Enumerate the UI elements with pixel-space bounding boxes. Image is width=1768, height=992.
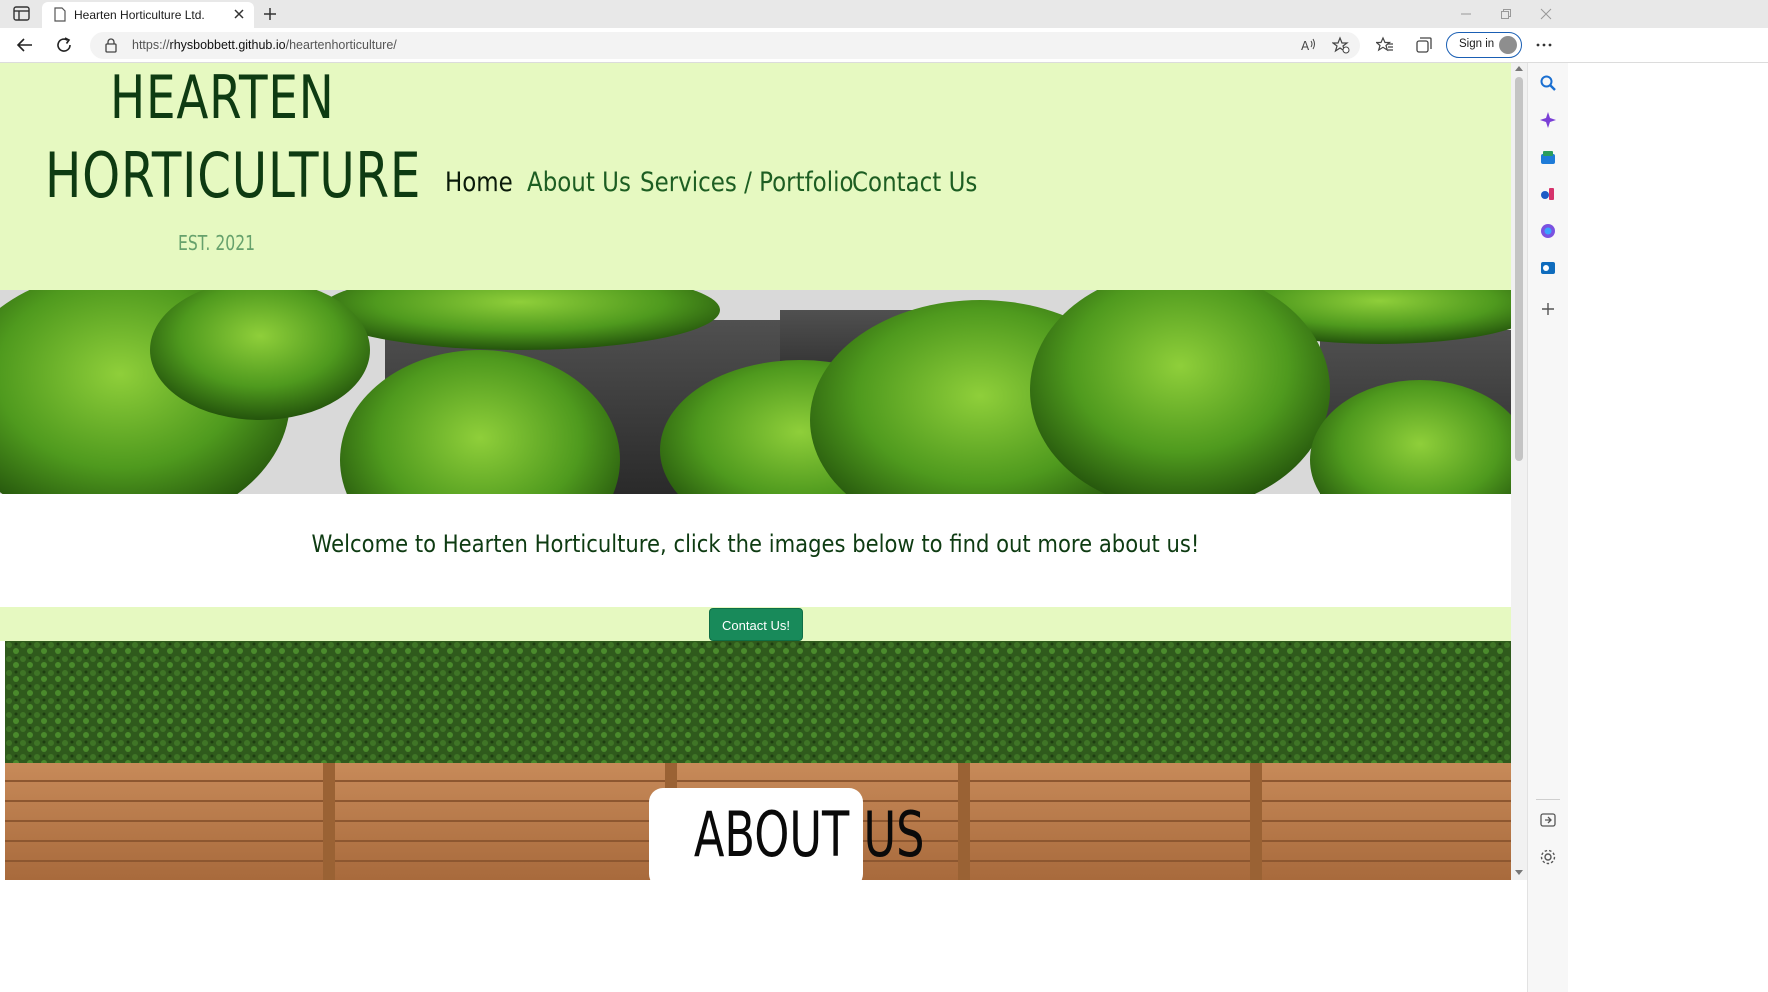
contact-us-button[interactable]: Contact Us! [709,608,803,641]
cta-band: Contact Us! [0,607,1511,641]
url-text[interactable]: https://rhysbobbett.github.io/heartenhor… [132,38,397,52]
sign-in-label: Sign in [1459,38,1495,50]
about-us-heading-text: ABOUT US [693,798,925,871]
nav-services-portfolio[interactable]: Services / Portfolio [640,167,854,198]
outlook-icon[interactable] [1539,259,1557,277]
nav-contact-us[interactable]: Contact Us [852,167,977,198]
close-tab-icon[interactable] [232,7,246,21]
tools-icon[interactable] [1539,185,1557,203]
nav-about-us[interactable]: About Us [527,167,631,198]
address-bar[interactable]: https://rhysbobbett.github.io/heartenhor… [90,32,1360,59]
about-us-image-link[interactable]: ABOUT US [5,641,1511,880]
browser-sidebar [1527,63,1568,992]
browser-toolbar: https://rhysbobbett.github.io/heartenhor… [0,28,1768,63]
sign-in-button[interactable]: Sign in [1446,32,1522,58]
refresh-icon[interactable] [55,36,73,54]
svg-text:A: A [1301,39,1310,53]
minimize-icon[interactable] [1459,7,1473,21]
tab-actions-icon[interactable] [12,6,32,22]
tab-title: Hearten Horticulture Ltd. [74,8,205,22]
shopping-icon[interactable] [1539,148,1557,166]
page-scrollbar[interactable] [1511,63,1527,880]
scroll-up-arrow-icon[interactable] [1515,66,1523,71]
tab-strip: Hearten Horticulture Ltd. [0,0,1768,28]
close-window-icon[interactable] [1539,7,1553,21]
add-icon[interactable] [1539,300,1557,318]
welcome-section: Welcome to Hearten Horticulture, click t… [0,494,1511,607]
new-tab-icon[interactable] [262,6,278,22]
about-us-card[interactable]: ABOUT US [649,788,925,880]
search-icon[interactable] [1539,74,1557,92]
logo-line-1[interactable]: HEARTEN [110,63,335,133]
hide-sidebar-icon[interactable] [1539,811,1557,829]
welcome-message: Welcome to Hearten Horticulture, click t… [0,530,1511,558]
avatar [1499,36,1517,54]
nav-home[interactable]: Home [445,167,513,198]
url-path: /heartenhorticulture/ [285,38,397,52]
welcome-message-text: Welcome to Hearten Horticulture, click t… [311,530,1200,558]
back-icon[interactable] [16,36,34,54]
add-favorite-icon[interactable] [1332,36,1350,54]
office-icon[interactable] [1539,222,1557,240]
page-icon [54,7,66,22]
scroll-down-arrow-icon[interactable] [1515,870,1523,875]
established-year: EST. 2021 [178,231,256,255]
url-host: rhysbobbett.github.io [169,38,286,52]
copilot-sparkle-icon[interactable] [1539,111,1557,129]
favorites-icon[interactable] [1376,36,1394,54]
hero-image-plants [0,290,1511,494]
lock-icon[interactable] [104,38,118,53]
more-options-icon[interactable] [1535,36,1553,54]
read-aloud-icon[interactable]: A [1300,36,1318,54]
scroll-thumb[interactable] [1515,77,1523,461]
url-scheme: https:// [132,38,170,52]
collections-icon[interactable] [1415,36,1433,54]
restore-icon[interactable] [1499,7,1513,21]
settings-gear-icon[interactable] [1539,848,1557,866]
sidebar-divider [1536,799,1560,800]
about-us-heading: ABOUT US [649,798,925,871]
tab-active[interactable]: Hearten Horticulture Ltd. [42,2,254,28]
below-viewport-area [0,880,1527,992]
logo-line-2[interactable]: HORTICULTURE [45,139,421,212]
site-header: HEARTEN HORTICULTURE EST. 2021 Home Abou… [0,63,1511,290]
page-viewport: HEARTEN HORTICULTURE EST. 2021 Home Abou… [0,63,1511,880]
